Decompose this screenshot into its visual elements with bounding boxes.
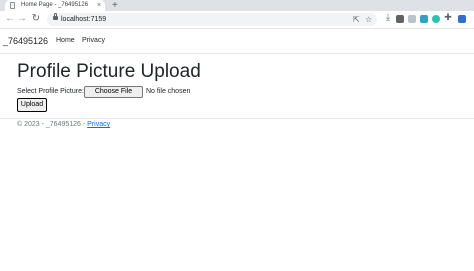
page-title: Profile Picture Upload (17, 61, 201, 82)
download-icon[interactable]: ⤓ (384, 13, 392, 22)
reload-icon[interactable]: ↻ (30, 12, 42, 26)
extension-icon[interactable] (408, 15, 416, 23)
back-icon[interactable]: ← (4, 12, 16, 26)
sidebar-panel-icon[interactable] (458, 15, 466, 23)
choose-file-button[interactable]: Choose File (84, 86, 143, 98)
url-text[interactable]: localhost:7159 (61, 13, 106, 26)
brand-link[interactable]: _76495126 (3, 29, 48, 53)
extension-icon[interactable] (420, 15, 428, 23)
new-tab-button[interactable]: + (112, 0, 118, 11)
puzzle-extensions-icon[interactable]: ✚ (444, 13, 452, 22)
file-input-label: Select Profile Picture: (17, 88, 84, 95)
tab-title: Home Page - _76495126 (21, 2, 89, 8)
lock-icon[interactable] (53, 13, 58, 20)
address-bar[interactable]: localhost:7159 ⇱ ☆ (47, 13, 377, 26)
tab-close-icon[interactable]: × (97, 0, 101, 11)
nav-link-privacy[interactable]: Privacy (82, 29, 105, 53)
upload-button[interactable]: Upload (17, 98, 47, 112)
browser-tab-strip: Home Page - _76495126 × + (0, 0, 474, 11)
page-favicon-icon (10, 2, 15, 9)
forward-icon[interactable]: → (16, 12, 28, 26)
site-navbar: _76495126 Home Privacy (0, 29, 474, 54)
nav-link-home[interactable]: Home (56, 29, 75, 53)
page-footer: © 2023 - _76495126 - Privacy (17, 119, 110, 131)
footer-privacy-link[interactable]: Privacy (87, 121, 110, 128)
bookmark-star-icon[interactable]: ☆ (365, 13, 372, 26)
extension-icon[interactable] (396, 15, 404, 23)
footer-copyright: © 2023 - _76495126 - (17, 121, 88, 128)
share-icon[interactable]: ⇱ (353, 13, 360, 26)
file-status-text: No file chosen (146, 88, 191, 95)
browser-tab[interactable]: Home Page - _76495126 × (5, 0, 105, 11)
extension-icon[interactable] (432, 15, 440, 23)
browser-toolbar: ← → ↻ localhost:7159 ⇱ ☆ ⤓ ✚ (0, 11, 474, 29)
